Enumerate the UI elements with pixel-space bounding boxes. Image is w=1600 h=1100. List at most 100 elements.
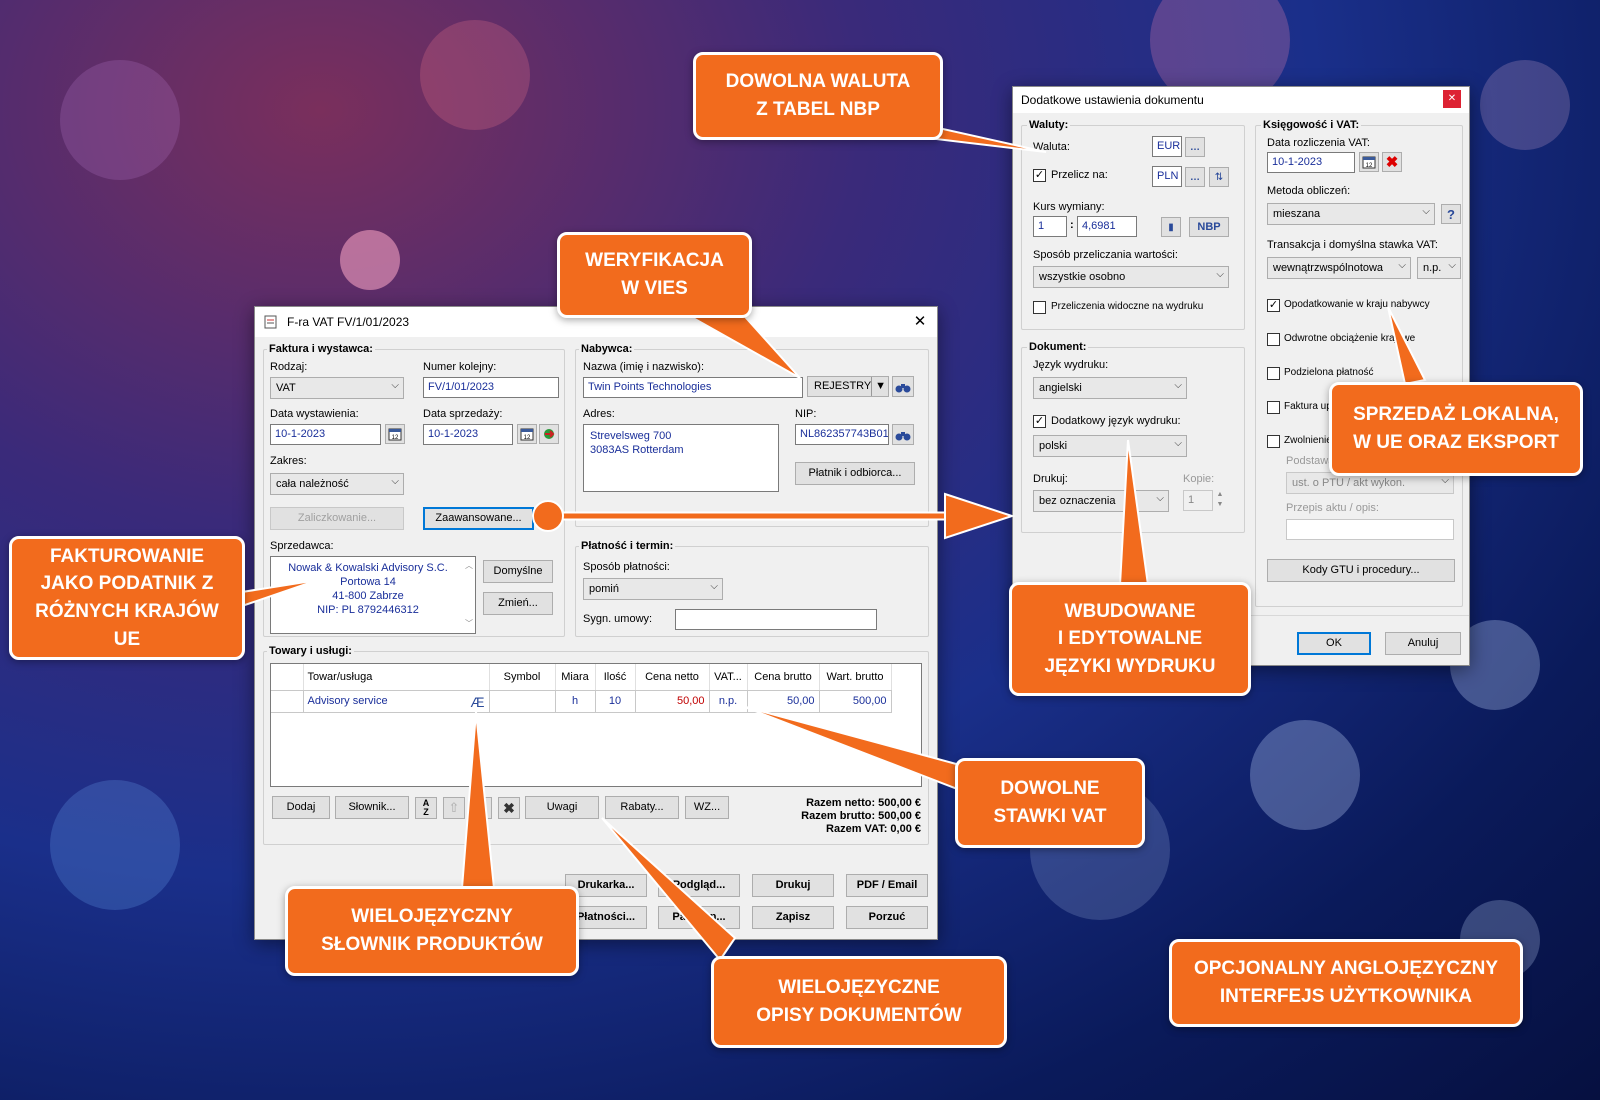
settle-date-field[interactable]: 10-1-2023	[1267, 152, 1355, 173]
calc-method-label: Metoda obliczeń:	[1267, 185, 1351, 197]
extra-language-checkbox[interactable]: ✓	[1033, 415, 1046, 428]
conversion-method-select[interactable]: wszystkie osobno ⌵	[1033, 266, 1229, 288]
convert-field[interactable]: PLN	[1152, 166, 1182, 187]
vat-cell[interactable]: n.p.	[709, 690, 748, 713]
multilanguage-icon[interactable]: Æ	[471, 694, 485, 710]
swap-icon[interactable]: ⇅	[1209, 167, 1229, 187]
discard-button[interactable]: Porzuć	[846, 906, 928, 929]
move-up-icon[interactable]: ⇧	[443, 797, 465, 819]
row-selector[interactable]	[271, 690, 304, 713]
copies-field[interactable]: 1	[1183, 490, 1213, 511]
default-seller-button[interactable]: Domyślne	[483, 560, 553, 583]
product-cell[interactable]: Advisory service Æ	[303, 690, 490, 713]
cancel-button[interactable]: Anuluj	[1385, 632, 1461, 655]
clear-date-icon[interactable]: ✖	[1382, 152, 1402, 172]
buyer-name-field[interactable]: Twin Points Technologies	[583, 377, 803, 398]
payment-method-select[interactable]: pomiń ⌵	[583, 578, 723, 600]
seller-address[interactable]: Nowak & Kowalski Advisory S.C. Portowa 1…	[270, 556, 476, 634]
net-price-cell[interactable]: 50,00	[635, 690, 710, 713]
column-header[interactable]: Cena brutto	[747, 664, 820, 691]
rule-field[interactable]	[1286, 519, 1454, 540]
delete-item-icon[interactable]: ✖	[498, 797, 520, 819]
gross-price-cell[interactable]: 50,00	[747, 690, 820, 713]
calendar-icon[interactable]: 12	[385, 424, 405, 444]
column-header[interactable]: Towar/usługa	[303, 664, 490, 691]
nbp-button[interactable]: NBP	[1189, 217, 1229, 237]
notes-button[interactable]: Uwagi	[525, 796, 599, 819]
wz-button[interactable]: WZ...	[685, 796, 729, 819]
copy-date-icon[interactable]	[539, 424, 559, 444]
discounts-button[interactable]: Rabaty...	[605, 796, 679, 819]
change-seller-button[interactable]: Zmień...	[483, 592, 553, 615]
qty-cell[interactable]: 10	[595, 690, 636, 713]
unit-cell[interactable]: h	[555, 690, 596, 713]
advanced-button[interactable]: Zaawansowane...	[423, 507, 534, 530]
ellipsis-icon[interactable]: …	[1185, 137, 1205, 157]
number-field[interactable]: FV/1/01/2023	[423, 377, 559, 398]
move-down-icon[interactable]: ⇩	[470, 797, 492, 819]
column-header[interactable]: Ilość	[595, 664, 636, 691]
rate-qty-field[interactable]: 1	[1033, 216, 1067, 237]
scrollbar[interactable]: ︿	[465, 559, 473, 573]
calendar-icon[interactable]: 12	[1359, 152, 1379, 172]
print-button[interactable]: Drukuj	[752, 874, 834, 897]
help-icon[interactable]: ?	[1441, 204, 1461, 224]
scope-select[interactable]: cała należność ⌵	[270, 473, 404, 495]
print-mode-select[interactable]: bez oznaczenia ⌵	[1033, 490, 1169, 512]
split-payment-checkbox[interactable]	[1267, 367, 1280, 380]
advance-button[interactable]: Zaliczkowanie...	[270, 507, 404, 530]
extra-language-select[interactable]: polski ⌵	[1033, 435, 1187, 457]
binoculars-icon[interactable]	[892, 376, 914, 397]
sort-az-icon[interactable]: AZ	[415, 797, 437, 819]
ok-button[interactable]: OK	[1297, 632, 1371, 655]
convert-checkbox[interactable]: ✓	[1033, 169, 1046, 182]
simplified-invoice-checkbox[interactable]	[1267, 401, 1280, 414]
dictionary-button[interactable]: Słownik...	[335, 796, 409, 819]
conversion-method-label: Sposób przeliczania wartości:	[1033, 249, 1178, 261]
pdf-email-button[interactable]: PDF / Email	[846, 874, 928, 897]
bokeh-light	[420, 20, 530, 130]
save-button[interactable]: Zapisz	[752, 906, 834, 929]
vat-rate-select[interactable]: n.p. ⌵	[1417, 257, 1461, 279]
table-header-row: Towar/usługa Symbol Miara Ilość Cena net…	[271, 664, 892, 691]
exemption-checkbox[interactable]	[1267, 435, 1280, 448]
nip-field[interactable]: NL862357743B01	[795, 424, 889, 445]
reverse-charge-checkbox[interactable]	[1267, 333, 1280, 346]
add-item-button[interactable]: Dodaj	[272, 796, 330, 819]
ellipsis-icon[interactable]: …	[1185, 167, 1205, 187]
column-header[interactable]: Symbol	[489, 664, 556, 691]
gtu-codes-button[interactable]: Kody GTU i procedury...	[1267, 559, 1455, 582]
column-header[interactable]: Cena netto	[635, 664, 710, 691]
currency-field[interactable]: EUR	[1152, 136, 1182, 157]
calendar-icon[interactable]: 12	[517, 424, 537, 444]
column-header[interactable]: Miara	[555, 664, 596, 691]
calc-method-select[interactable]: mieszana ⌵	[1267, 203, 1435, 225]
preview-button[interactable]: Podgląd...	[658, 874, 740, 897]
scrollbar[interactable]: ﹀	[465, 617, 473, 631]
buyer-country-tax-checkbox[interactable]: ✓	[1267, 299, 1280, 312]
issue-date-field[interactable]: 10-1-2023	[270, 424, 381, 445]
close-icon[interactable]: ✕	[911, 313, 929, 331]
contract-field[interactable]	[675, 609, 877, 630]
book-icon[interactable]: ▮	[1161, 217, 1181, 237]
column-header[interactable]: Wart. brutto	[819, 664, 892, 691]
buyer-address[interactable]: Strevelsweg 700 3083AS Rotterdam	[583, 424, 779, 492]
seller-line: Nowak & Kowalski Advisory S.C.	[288, 562, 448, 574]
close-icon[interactable]: ✕	[1443, 90, 1461, 108]
symbol-cell[interactable]	[489, 690, 556, 713]
column-header[interactable]: VAT...	[709, 664, 748, 691]
copies-spinner[interactable]: ▲ ▼	[1214, 490, 1226, 511]
table-row[interactable]: Advisory service Æ h 10 50,00 n.p. 50,00…	[271, 690, 892, 713]
rate-field[interactable]: 4,6981	[1077, 216, 1137, 237]
binoculars-icon[interactable]	[892, 424, 914, 445]
transaction-select[interactable]: wewnątrzwspólnotowa ⌵	[1267, 257, 1411, 279]
sale-date-field[interactable]: 10-1-2023	[423, 424, 513, 445]
type-select[interactable]: VAT ⌵	[270, 377, 404, 399]
receipt-button[interactable]: Paragon...	[658, 906, 740, 929]
goods-table-area[interactable]: Towar/usługa Symbol Miara Ilość Cena net…	[270, 663, 922, 787]
visible-checkbox[interactable]	[1033, 301, 1046, 314]
payer-button[interactable]: Płatnik i odbiorca...	[795, 462, 915, 485]
print-language-select[interactable]: angielski ⌵	[1033, 377, 1187, 399]
gross-total-cell[interactable]: 500,00	[819, 690, 892, 713]
registries-button[interactable]: REJESTRY ▼	[807, 376, 889, 397]
